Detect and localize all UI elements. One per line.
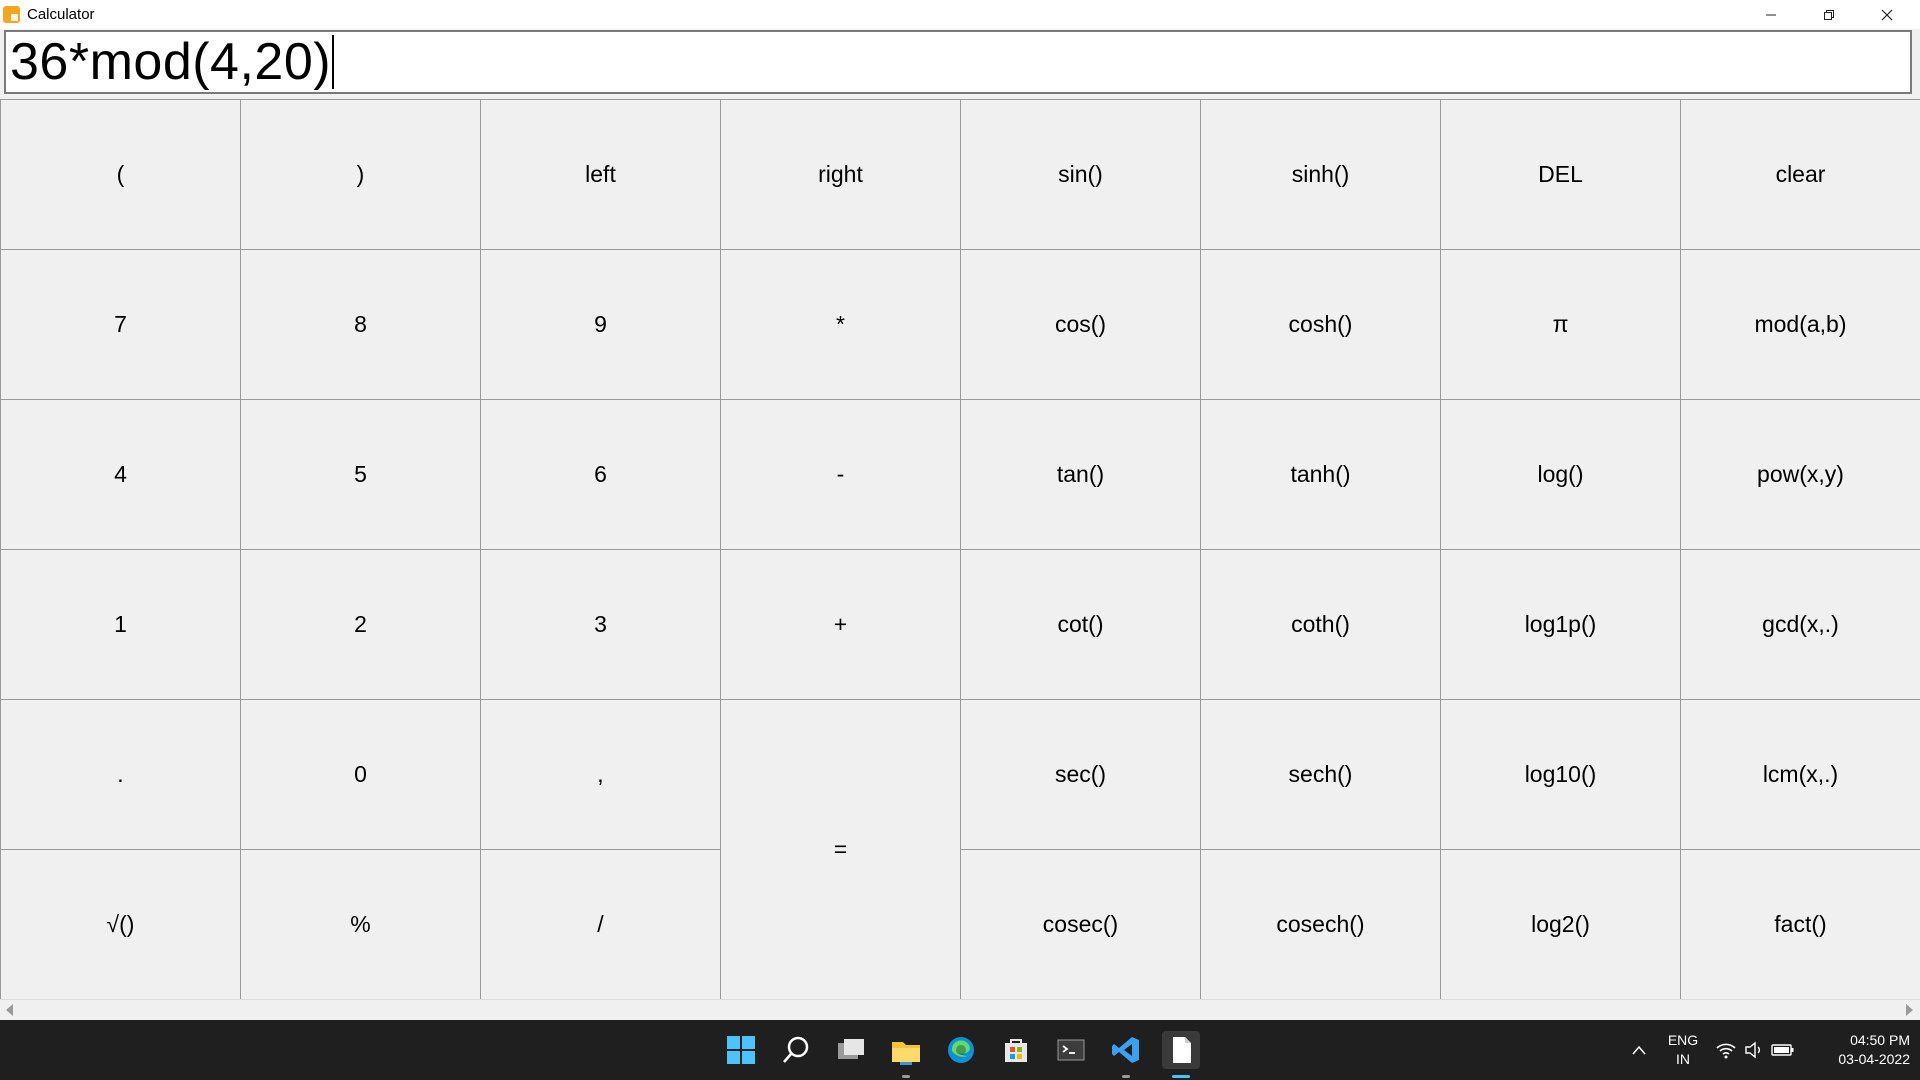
log2-button[interactable]: log2() <box>1440 849 1681 1000</box>
terminal-icon[interactable] <box>1052 1031 1090 1069</box>
keypad: ( ) left right sin() sinh() DEL clear 7 … <box>0 99 1920 1000</box>
language-indicator[interactable]: ENG IN <box>1660 1031 1706 1069</box>
active-app-indicator <box>1172 1075 1190 1078</box>
language-label: ENG <box>1667 1032 1699 1048</box>
digit-2-button[interactable]: 2 <box>240 549 481 700</box>
equals-button[interactable]: = <box>720 699 961 1000</box>
log-button[interactable]: log() <box>1440 399 1681 550</box>
digit-4-button[interactable]: 4 <box>0 399 241 550</box>
date-label: 03-04-2022 <box>1838 1051 1910 1067</box>
close-paren-button[interactable]: ) <box>240 99 481 250</box>
log10-button[interactable]: log10() <box>1440 699 1681 850</box>
text-caret <box>332 35 335 89</box>
open-paren-button[interactable]: ( <box>0 99 241 250</box>
restore-button[interactable] <box>1800 0 1858 29</box>
gcd-button[interactable]: gcd(x,.) <box>1680 549 1920 700</box>
clear-button[interactable]: clear <box>1680 99 1920 250</box>
coth-button[interactable]: coth() <box>1200 549 1441 700</box>
chevron-up-icon[interactable] <box>1620 1031 1658 1069</box>
search-icon[interactable] <box>777 1031 815 1069</box>
notepad-icon[interactable] <box>1162 1031 1200 1069</box>
window-title: Calculator <box>27 6 95 23</box>
digit-8-button[interactable]: 8 <box>240 249 481 400</box>
sinh-button[interactable]: sinh() <box>1200 99 1441 250</box>
sin-button[interactable]: sin() <box>960 99 1201 250</box>
scroll-right-arrow-icon[interactable] <box>1906 1004 1913 1016</box>
expression-display[interactable]: 36*mod(4,20) <box>4 30 1912 94</box>
cursor-left-button[interactable]: left <box>480 99 721 250</box>
running-app-indicator <box>902 1075 910 1078</box>
volume-icon[interactable] <box>1740 1031 1768 1069</box>
mod-button[interactable]: mod(a,b) <box>1680 249 1920 400</box>
wifi-icon[interactable] <box>1710 1031 1742 1069</box>
restore-icon <box>1824 9 1834 20</box>
clock[interactable]: 04:50 PM 03-04-2022 <box>1806 1031 1910 1069</box>
minus-button[interactable]: - <box>720 399 961 550</box>
microsoft-store-icon[interactable] <box>997 1031 1035 1069</box>
cosec-button[interactable]: cosec() <box>960 849 1201 1000</box>
sec-button[interactable]: sec() <box>960 699 1201 850</box>
digit-3-button[interactable]: 3 <box>480 549 721 700</box>
pi-button[interactable]: π <box>1440 249 1681 400</box>
cos-button[interactable]: cos() <box>960 249 1201 400</box>
lcm-button[interactable]: lcm(x,.) <box>1680 699 1920 850</box>
digit-5-button[interactable]: 5 <box>240 399 481 550</box>
close-icon <box>1881 9 1893 20</box>
decimal-point-button[interactable]: . <box>0 699 241 850</box>
close-button[interactable] <box>1858 0 1916 29</box>
comma-button[interactable]: , <box>480 699 721 850</box>
calculator-app-icon <box>3 6 20 23</box>
pow-button[interactable]: pow(x,y) <box>1680 399 1920 550</box>
time-label: 04:50 PM <box>1850 1032 1910 1048</box>
title-bar: Calculator <box>0 0 1920 29</box>
windows-start-icon[interactable] <box>722 1031 760 1069</box>
tan-button[interactable]: tan() <box>960 399 1201 550</box>
digit-0-button[interactable]: 0 <box>240 699 481 850</box>
plus-button[interactable]: + <box>720 549 961 700</box>
cosech-button[interactable]: cosech() <box>1200 849 1441 1000</box>
running-app-indicator <box>1122 1075 1130 1078</box>
scroll-left-arrow-icon[interactable] <box>6 1004 13 1016</box>
taskbar: ENG IN 04:50 PM 03-04-2022 <box>0 1020 1920 1080</box>
fact-button[interactable]: fact() <box>1680 849 1920 1000</box>
file-explorer-icon[interactable] <box>887 1031 925 1069</box>
digit-6-button[interactable]: 6 <box>480 399 721 550</box>
minimize-button[interactable] <box>1742 0 1800 29</box>
region-label: IN <box>1676 1051 1690 1067</box>
digit-1-button[interactable]: 1 <box>0 549 241 700</box>
sech-button[interactable]: sech() <box>1200 699 1441 850</box>
task-view-icon[interactable] <box>832 1031 870 1069</box>
minimize-icon <box>1766 14 1776 15</box>
digit-7-button[interactable]: 7 <box>0 249 241 400</box>
multiply-button[interactable]: * <box>720 249 961 400</box>
tanh-button[interactable]: tanh() <box>1200 399 1441 550</box>
digit-9-button[interactable]: 9 <box>480 249 721 400</box>
percent-button[interactable]: % <box>240 849 481 1000</box>
log1p-button[interactable]: log1p() <box>1440 549 1681 700</box>
cosh-button[interactable]: cosh() <box>1200 249 1441 400</box>
expression-text: 36*mod(4,20) <box>10 33 332 91</box>
battery-icon[interactable] <box>1768 1031 1798 1069</box>
delete-button[interactable]: DEL <box>1440 99 1681 250</box>
horizontal-scrollbar[interactable] <box>0 999 1920 1020</box>
vscode-icon[interactable] <box>1107 1031 1145 1069</box>
sqrt-button[interactable]: √() <box>0 849 241 1000</box>
cot-button[interactable]: cot() <box>960 549 1201 700</box>
divide-button[interactable]: / <box>480 849 721 1000</box>
cursor-right-button[interactable]: right <box>720 99 961 250</box>
edge-browser-icon[interactable] <box>942 1031 980 1069</box>
